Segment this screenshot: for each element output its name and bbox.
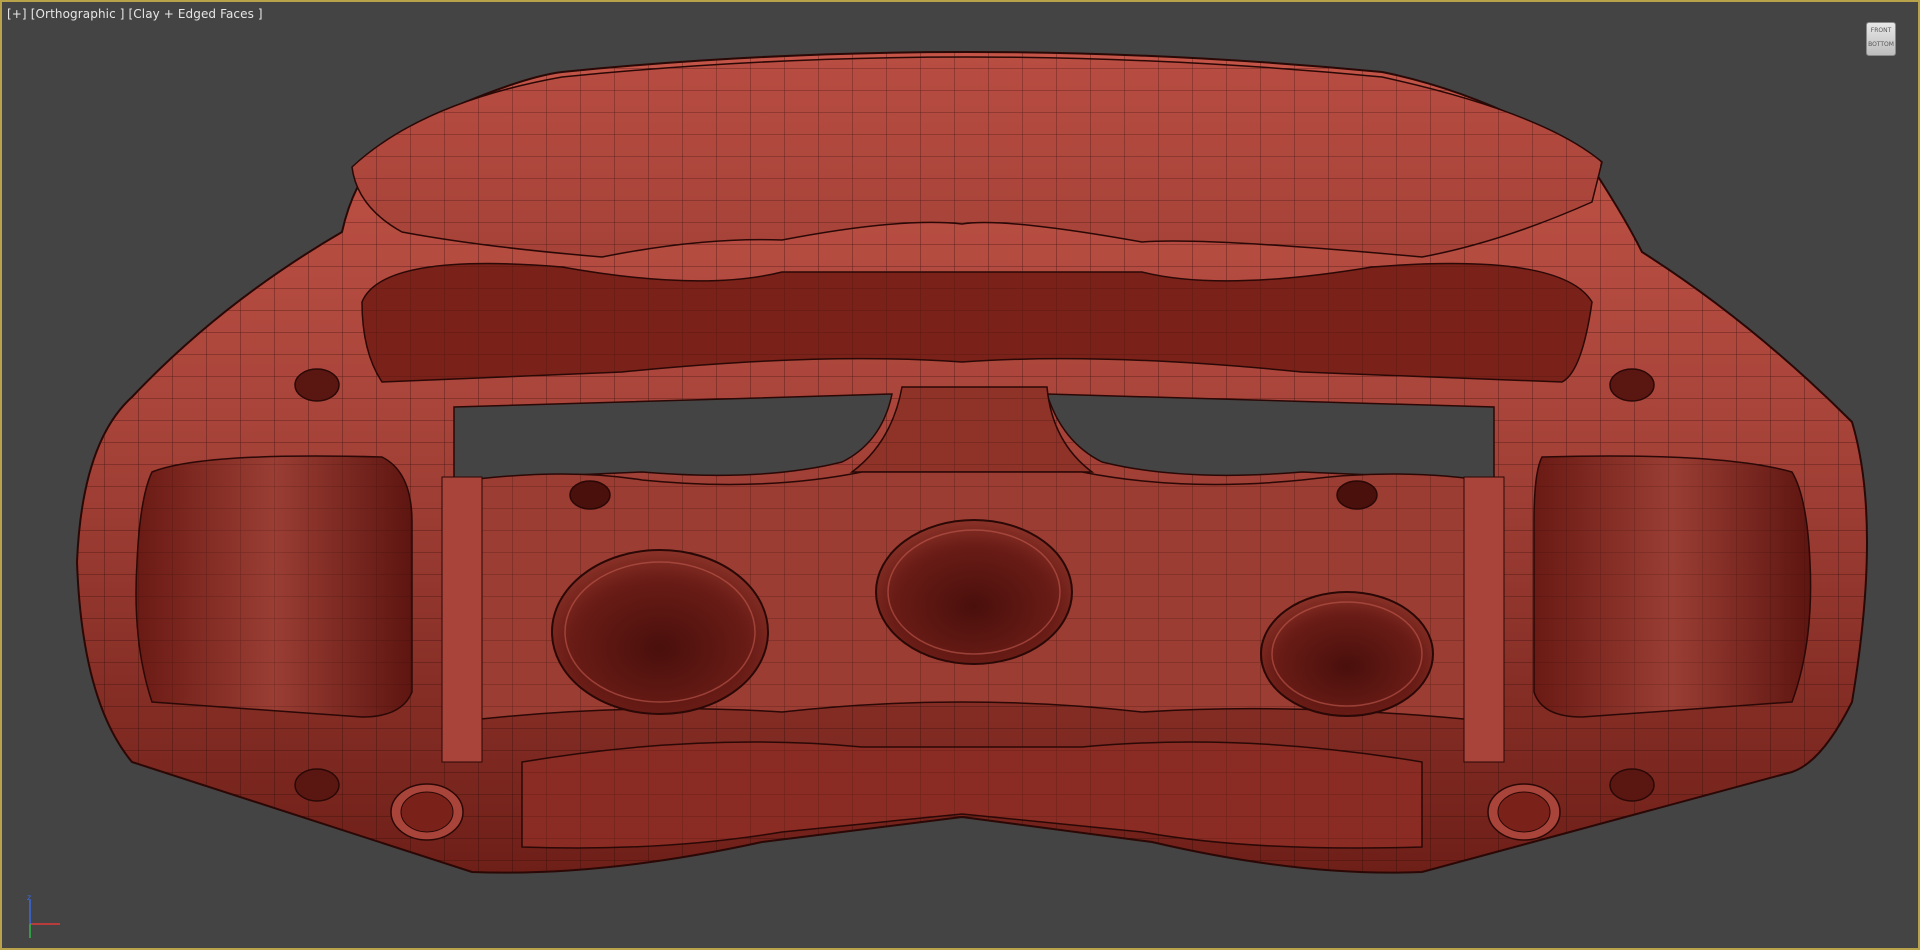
mount-hole-upper-left — [294, 368, 340, 402]
bolt-hole-face-right — [1336, 480, 1378, 510]
right-pillar — [1463, 476, 1505, 763]
viewport-label-bar: [+] [Orthographic ] [Clay + Edged Faces … — [7, 7, 263, 21]
mount-hole-lower-left — [294, 768, 340, 802]
piston-bore-right — [1260, 591, 1434, 717]
mount-hole-upper-right — [1609, 368, 1655, 402]
viewport-orthographic[interactable]: [+] [Orthographic ] [Clay + Edged Faces … — [0, 0, 1920, 950]
viewport-shading-label[interactable]: [Clay + Edged Faces ] — [129, 7, 263, 21]
axis-gizmo: z — [27, 893, 60, 938]
viewcube-top-label: FRONT — [1870, 27, 1892, 34]
axis-z-label: z — [27, 893, 31, 902]
viewport-view-label[interactable]: [Orthographic ] — [31, 7, 125, 21]
viewcube-face[interactable]: FRONT BOTTOM — [1866, 22, 1896, 56]
bolt-hole-face-left — [569, 480, 611, 510]
piston-bore-center — [875, 519, 1073, 665]
mount-hole-lower-right — [1609, 768, 1655, 802]
viewcube[interactable]: FRONT BOTTOM — [1862, 20, 1902, 60]
piston-bore-left — [551, 549, 769, 715]
caliper-model[interactable] — [2, 2, 1920, 950]
left-pillar — [441, 476, 483, 763]
viewcube-bottom-label: BOTTOM — [1868, 41, 1894, 48]
viewport-plus-menu[interactable]: [+] — [7, 7, 27, 21]
